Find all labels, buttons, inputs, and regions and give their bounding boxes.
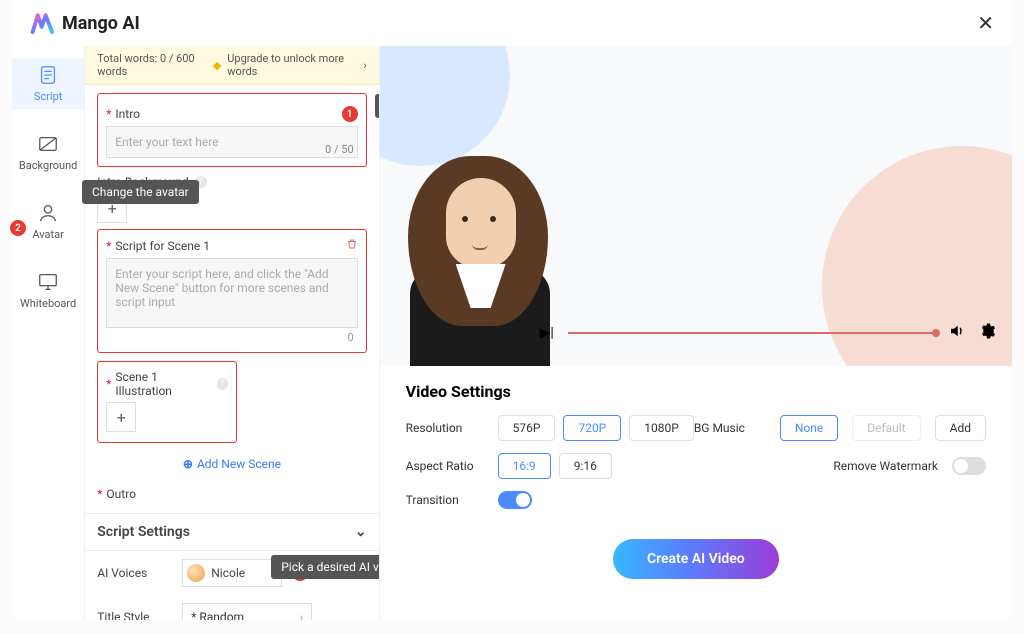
resolution-label: Resolution	[406, 421, 498, 435]
sidebar-item-avatar[interactable]: Avatar 2	[12, 196, 84, 247]
step-badge-1: 1	[342, 106, 358, 122]
aspect-9-16[interactable]: 9:16	[559, 453, 612, 479]
bgmusic-default[interactable]: Default	[852, 415, 920, 441]
intro-counter: 0 / 50	[325, 143, 354, 156]
volume-icon[interactable]	[948, 322, 966, 344]
upgrade-link[interactable]: ◆ Upgrade to unlock more words ›	[213, 52, 367, 78]
scene-illus-add[interactable]: +	[106, 402, 136, 432]
sidebar-label: Avatar	[32, 228, 63, 241]
intro-label: Intro	[115, 107, 140, 121]
scene-illustration-block: * Scene 1 Illustration ? +	[97, 361, 237, 443]
resolution-1080p[interactable]: 1080P	[629, 415, 694, 441]
sidebar-label: Whiteboard	[20, 297, 76, 310]
resolution-576p[interactable]: 576P	[498, 415, 556, 441]
tooltip-change-avatar: Change the avatar	[82, 180, 199, 204]
settings-gear-icon[interactable]	[978, 322, 996, 344]
voice-select[interactable]: Nicole	[182, 559, 282, 587]
logo-icon	[30, 10, 56, 36]
close-button[interactable]: ✕	[977, 11, 994, 35]
scene-label: Script for Scene 1	[115, 239, 210, 253]
aspect-16-9[interactable]: 16:9	[498, 453, 551, 479]
step-badge-2: 2	[10, 220, 26, 236]
tooltip-pick-voice: Pick a desired AI voice	[271, 555, 379, 579]
diamond-icon: ◆	[213, 59, 221, 72]
transition-label: Transition	[406, 493, 498, 507]
app-name: Mango AI	[62, 13, 140, 34]
watermark-toggle[interactable]	[952, 457, 986, 475]
sidebar-item-script[interactable]: Script	[12, 58, 84, 109]
aspect-label: Aspect Ratio	[406, 459, 498, 473]
outro-label: Outro	[106, 487, 136, 501]
scene-textarea[interactable]	[106, 258, 357, 328]
video-preview: ▶|	[380, 46, 1012, 366]
watermark-label: Remove Watermark	[833, 459, 938, 473]
seek-bar[interactable]	[568, 332, 936, 334]
scene-illus-label: Scene 1 Illustration	[115, 370, 211, 398]
video-settings-title: Video Settings	[406, 382, 986, 401]
add-new-scene-button[interactable]: ⊕ Add New Scene	[183, 457, 281, 471]
plus-icon: ⊕	[183, 457, 193, 471]
title-style-select[interactable]: * Random›	[182, 603, 312, 620]
voice-avatar-icon	[187, 564, 205, 582]
delete-scene-button[interactable]	[346, 238, 358, 254]
chevron-right-icon: ›	[363, 59, 366, 72]
create-video-button[interactable]: Create AI Video	[613, 539, 779, 579]
chevron-down-icon: ⌄	[355, 524, 367, 540]
scene-counter: 0	[106, 331, 357, 344]
sidebar-item-background[interactable]: Background	[12, 127, 84, 178]
sidebar-item-whiteboard[interactable]: Whiteboard	[12, 265, 84, 316]
word-count: Total words: 0 / 600 words	[97, 52, 213, 78]
title-style-label: Title Style	[97, 610, 172, 620]
bgmusic-none[interactable]: None	[780, 415, 838, 441]
play-next-button[interactable]: ▶|	[540, 325, 556, 341]
bgmusic-add[interactable]: Add	[935, 415, 986, 441]
resolution-720p[interactable]: 720P	[563, 415, 621, 441]
intro-input[interactable]	[106, 126, 357, 158]
transition-toggle[interactable]	[498, 491, 532, 509]
chevron-right-icon: ›	[300, 611, 303, 621]
app-logo: Mango AI	[30, 10, 140, 36]
whiteboard-icon	[37, 271, 59, 293]
script-settings-toggle[interactable]: Script Settings ⌄	[85, 513, 378, 551]
intro-block: * Intro 1 0 / 50 Add your content	[97, 93, 366, 167]
scene-block: * Script for Scene 1 0	[97, 229, 366, 353]
bgmusic-label: BG Music	[694, 421, 766, 435]
voices-label: AI Voices	[97, 566, 172, 580]
script-icon	[37, 64, 59, 86]
background-icon	[37, 133, 59, 155]
help-icon[interactable]: ?	[217, 378, 228, 390]
sidebar-label: Script	[34, 90, 62, 103]
person-icon	[37, 202, 59, 224]
sidebar-label: Background	[19, 159, 77, 172]
